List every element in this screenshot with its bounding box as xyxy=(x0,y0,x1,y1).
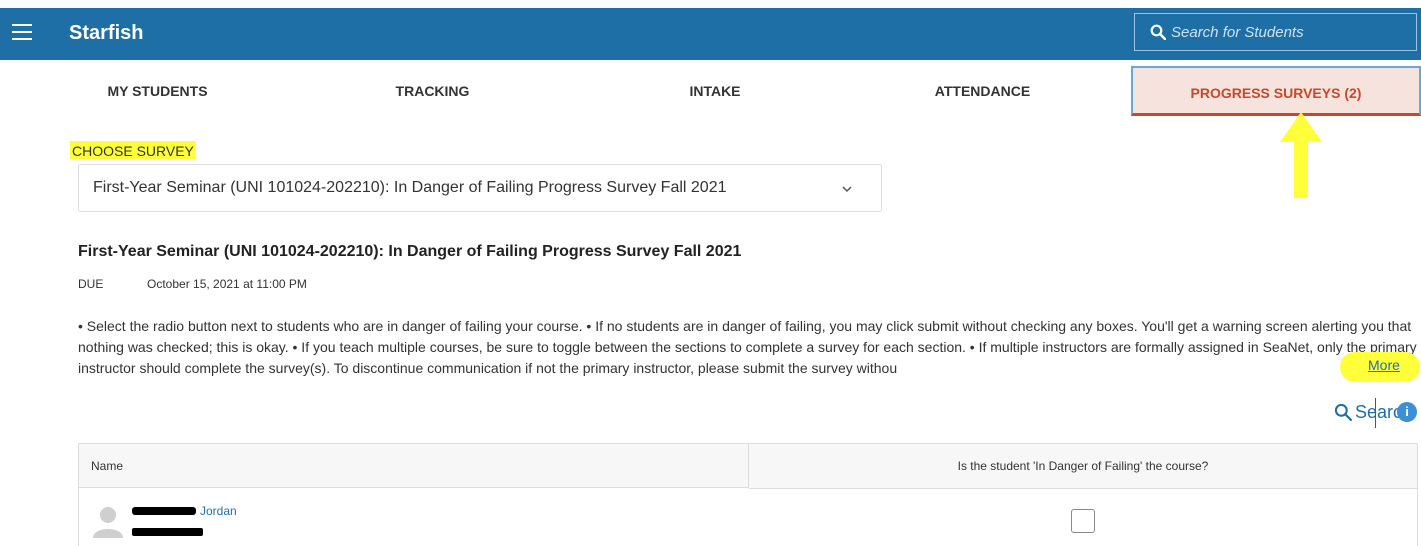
menu-icon[interactable] xyxy=(12,24,32,42)
tab-progress-surveys[interactable]: PROGRESS SURVEYS (2) xyxy=(1131,66,1421,116)
app-title: Starfish xyxy=(69,22,144,44)
survey-instructions: • Select the radio button next to studen… xyxy=(78,318,1417,376)
chevron-down-icon xyxy=(842,186,852,193)
student-name-link[interactable]: Jordan xyxy=(200,504,237,518)
search-icon xyxy=(1334,403,1352,421)
avatar-icon xyxy=(93,507,123,538)
student-search-input[interactable]: Search for Students xyxy=(1134,13,1417,51)
info-icon[interactable]: i xyxy=(1397,402,1417,422)
search-placeholder: Search for Students xyxy=(1171,24,1304,41)
tab-attendance[interactable]: ATTENDANCE xyxy=(900,66,1065,116)
student-table: Name Is the student 'In Danger of Failin… xyxy=(78,443,1418,546)
top-bar: Starfish Search for Students xyxy=(0,8,1421,60)
column-header-name[interactable]: Name xyxy=(79,444,749,488)
tab-tracking[interactable]: TRACKING xyxy=(355,66,510,116)
column-header-in-danger: Is the student 'In Danger of Failing' th… xyxy=(749,444,1417,489)
toolbar-divider xyxy=(1375,398,1376,428)
survey-select-value: First-Year Seminar (UNI 101024-202210): … xyxy=(93,179,727,196)
annotation-arrow-icon xyxy=(1280,112,1322,198)
in-danger-checkbox[interactable] xyxy=(1071,509,1095,533)
redacted-id xyxy=(132,528,203,536)
redacted-name xyxy=(132,507,196,515)
survey-select[interactable]: First-Year Seminar (UNI 101024-202210): … xyxy=(78,164,882,212)
tab-my-students[interactable]: MY STUDENTS xyxy=(55,66,260,116)
more-link[interactable]: More xyxy=(1368,357,1400,373)
due-label: DUE xyxy=(78,277,104,291)
tab-intake[interactable]: INTAKE xyxy=(640,66,790,116)
tab-bar: MY STUDENTS TRACKING INTAKE ATTENDANCE P… xyxy=(0,66,1421,118)
due-value: October 15, 2021 at 11:00 PM xyxy=(147,277,307,291)
survey-title: First-Year Seminar (UNI 101024-202210): … xyxy=(78,243,742,260)
search-icon xyxy=(1150,24,1166,40)
choose-survey-label: CHOOSE SURVEY xyxy=(70,141,196,159)
